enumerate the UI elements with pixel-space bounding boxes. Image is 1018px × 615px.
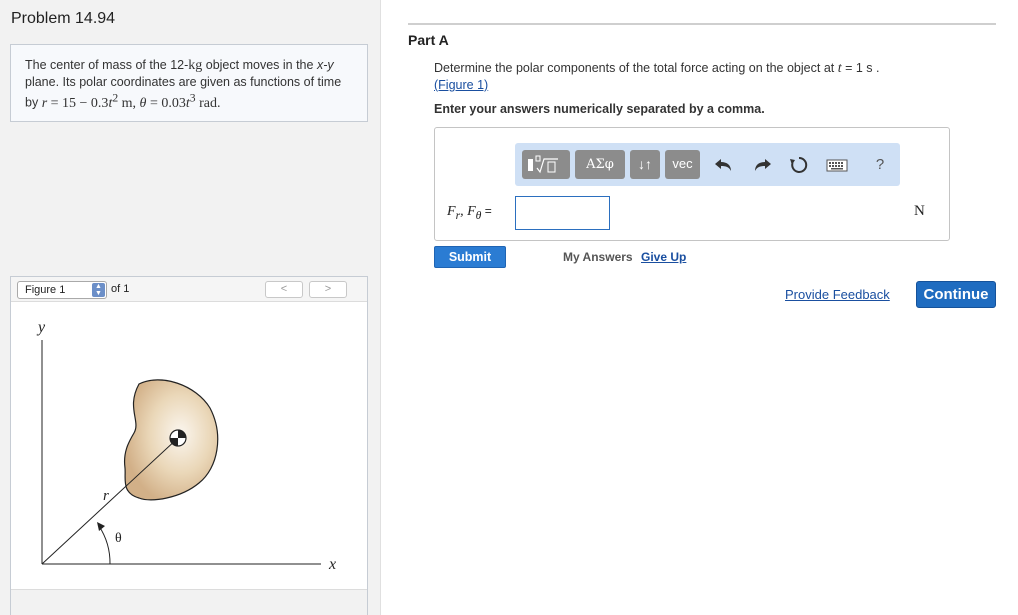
answer-label-f: F bbox=[447, 204, 456, 219]
r-expression: = 15 − 0.3 bbox=[47, 95, 109, 111]
y-axis-label: y bbox=[36, 319, 46, 336]
greek-symbols-button[interactable]: ΑΣφ bbox=[575, 150, 625, 179]
give-up-link[interactable]: Give Up bbox=[641, 250, 686, 264]
answer-label: Fr, Fθ = bbox=[447, 204, 492, 222]
vector-button[interactable]: vec bbox=[665, 150, 700, 179]
help-icon[interactable]: ? bbox=[869, 155, 891, 175]
theta-unit: rad. bbox=[195, 95, 221, 111]
part-title: Part A bbox=[408, 32, 449, 48]
question-prefix: Determine the polar components of the to… bbox=[434, 61, 838, 75]
figure-toolbar: Figure 1 ▲ ▼ of 1 < > bbox=[11, 277, 367, 302]
r-unit: m, bbox=[118, 95, 140, 111]
figure-prev-button[interactable]: < bbox=[265, 281, 303, 298]
figure-panel: Figure 1 ▲ ▼ of 1 < > y x r θ bbox=[10, 276, 368, 615]
plane-label: x-y bbox=[316, 58, 334, 72]
theta-arc bbox=[98, 525, 111, 565]
theta-label: θ bbox=[115, 531, 122, 546]
figure-link[interactable]: (Figure 1) bbox=[434, 78, 488, 92]
problem-text-1: The center of mass of the 12- bbox=[25, 58, 189, 72]
reset-icon[interactable] bbox=[788, 155, 810, 175]
answer-unit: N bbox=[914, 203, 925, 219]
keyboard-icon[interactable] bbox=[826, 155, 848, 175]
question-suffix: = 1 s . bbox=[841, 61, 880, 75]
select-arrows-icon: ▲ ▼ bbox=[92, 283, 105, 297]
submit-button[interactable]: Submit bbox=[434, 246, 506, 268]
continue-button[interactable]: Continue bbox=[916, 281, 996, 308]
templates-icon bbox=[528, 155, 558, 174]
r-equation: r = 15 − 0.3t2 m, θ = 0.03t3 rad. bbox=[42, 91, 221, 111]
answer-label-sep: , F bbox=[460, 204, 476, 219]
answer-box: ΑΣφ ↓↑ vec ? Fr, Fθ = N bbox=[434, 127, 950, 241]
arrows-button[interactable]: ↓↑ bbox=[630, 150, 660, 179]
divider bbox=[408, 23, 996, 25]
problem-text-2: object moves in the bbox=[202, 58, 317, 72]
r-label: r bbox=[103, 488, 109, 504]
x-axis-label: x bbox=[328, 556, 336, 573]
undo-icon[interactable] bbox=[713, 155, 735, 175]
center-of-mass-icon bbox=[169, 429, 187, 447]
answer-label-eq: = bbox=[481, 204, 492, 218]
figure-footer bbox=[11, 589, 367, 615]
figure-select-value: Figure 1 bbox=[25, 284, 66, 296]
figure-select[interactable]: Figure 1 ▲ ▼ bbox=[17, 281, 107, 299]
question-text: Determine the polar components of the to… bbox=[434, 60, 954, 93]
templates-button[interactable] bbox=[522, 150, 570, 179]
problem-title: Problem 14.94 bbox=[11, 10, 116, 27]
my-answers-label: My Answers bbox=[563, 250, 633, 264]
radius-line bbox=[41, 437, 179, 565]
math-toolbar: ΑΣφ ↓↑ vec ? bbox=[515, 143, 900, 186]
redo-icon[interactable] bbox=[751, 155, 773, 175]
instruction-text: Enter your answers numerically separated… bbox=[434, 102, 765, 116]
problem-statement: The center of mass of the 12-kg object m… bbox=[10, 44, 368, 122]
answer-input[interactable] bbox=[515, 196, 610, 230]
figure-count: of 1 bbox=[111, 283, 130, 295]
figure-diagram: y x r θ bbox=[36, 319, 336, 573]
left-panel: Problem 14.94 The center of mass of the … bbox=[0, 0, 381, 615]
mass-unit: kg bbox=[188, 58, 203, 73]
theta-expression: = 0.03 bbox=[146, 95, 186, 111]
provide-feedback-link[interactable]: Provide Feedback bbox=[785, 287, 890, 302]
figure-next-button[interactable]: > bbox=[309, 281, 347, 298]
